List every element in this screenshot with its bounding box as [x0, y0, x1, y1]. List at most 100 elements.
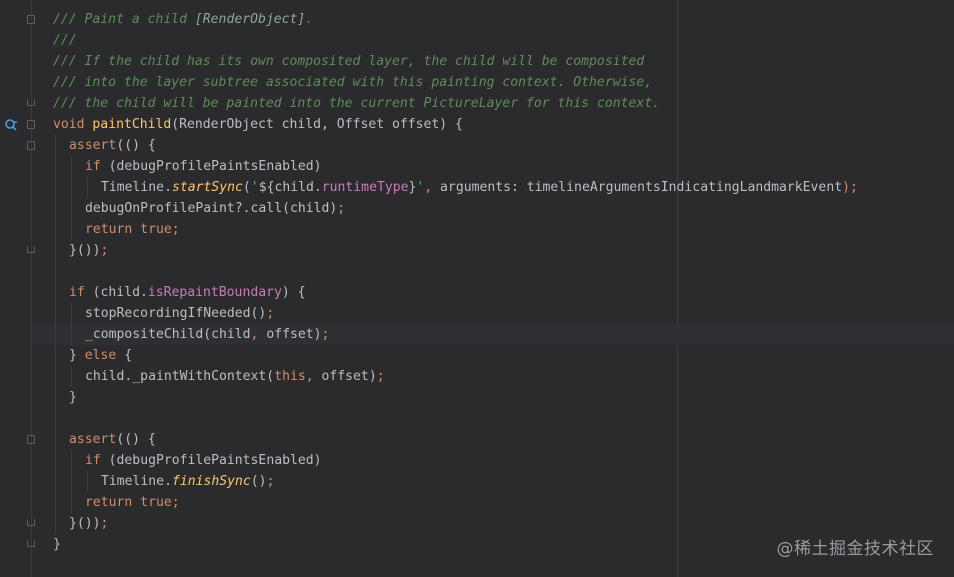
code-line[interactable]: }());: [32, 240, 954, 261]
code-line-text: stopRecordingIfNeeded();: [85, 303, 274, 324]
code-editor[interactable]: /// Paint a child [RenderObject]. /// /// …: [0, 0, 954, 577]
code-token: return true;: [85, 495, 180, 510]
code-line[interactable]: if (debugProfilePaintsEnabled): [32, 156, 954, 177]
code-token: ': [250, 180, 259, 195]
code-token: (child.: [92, 285, 148, 300]
code-line-text: if (debugProfilePaintsEnabled): [85, 450, 322, 471]
code-token: return true;: [85, 222, 180, 237]
code-line-text: /// the child will be painted into the c…: [53, 93, 660, 114]
code-line-text: Timeline.finishSync();: [101, 471, 274, 492]
code-token: stopRecordingIfNeeded(): [85, 306, 267, 321]
code-line[interactable]: /// into the layer subtree associated wi…: [32, 72, 954, 93]
fold-end-marker-icon[interactable]: [27, 246, 35, 253]
code-line-text: }: [53, 534, 61, 555]
code-line[interactable]: return true;: [32, 492, 954, 513]
code-line-text: void paintChild(RenderObject child, Offs…: [53, 114, 463, 135]
code-line[interactable]: /// the child will be painted into the c…: [32, 93, 954, 114]
code-line[interactable]: Timeline.startSync('${child.runtimeType}…: [32, 177, 954, 198]
fold-start-marker-icon[interactable]: [27, 435, 35, 444]
code-token: (debugProfilePaintsEnabled): [108, 453, 322, 468]
code-line[interactable]: _compositeChild(child, offset);: [32, 324, 954, 345]
code-token: ;: [100, 243, 109, 258]
code-line-text: /// If the child has its own composited …: [53, 51, 644, 72]
code-token: }: [53, 537, 61, 552]
code-line-text: ///: [53, 30, 77, 51]
code-token: paintChild: [92, 117, 172, 132]
indent-guide: [87, 177, 88, 198]
indent-guide: [87, 471, 88, 492]
code-token: (() {: [116, 432, 156, 447]
code-token: debugOnProfilePaint?.call(child): [85, 201, 338, 216]
code-line[interactable]: /// If the child has its own composited …: [32, 51, 954, 72]
code-token: if: [85, 159, 109, 174]
code-token: (debugProfilePaintsEnabled): [108, 159, 322, 174]
code-line[interactable]: Timeline.finishSync();: [32, 471, 954, 492]
code-line[interactable]: assert(() {: [32, 135, 954, 156]
code-token: assert: [69, 138, 117, 153]
code-token: offset): [266, 327, 322, 342]
code-line[interactable]: }: [32, 387, 954, 408]
code-line[interactable]: if (debugProfilePaintsEnabled): [32, 450, 954, 471]
code-token: .: [305, 12, 314, 27]
code-token: startSync: [171, 180, 243, 195]
code-line-text: if (child.isRepaintBoundary) {: [69, 282, 306, 303]
fold-end-marker-icon[interactable]: [27, 99, 35, 106]
code-token: /// the child will be painted into the c…: [53, 96, 660, 111]
code-token: ;: [376, 369, 385, 384]
code-token: this,: [274, 369, 322, 384]
code-line-text: debugOnProfilePaint?.call(child);: [85, 198, 345, 219]
code-token: (() {: [116, 138, 156, 153]
code-line[interactable]: if (child.isRepaintBoundary) {: [32, 282, 954, 303]
code-token: ,: [250, 327, 267, 342]
code-line[interactable]: [32, 261, 954, 282]
code-line-text: } else {: [69, 345, 132, 366]
watermark-text: @稀土掘金技术社区: [776, 539, 934, 559]
editor-gutter[interactable]: [0, 0, 31, 577]
code-token: ;: [266, 474, 275, 489]
code-line-text: return true;: [85, 492, 180, 513]
code-line[interactable]: void paintChild(RenderObject child, Offs…: [32, 114, 954, 135]
code-line-text: assert(() {: [69, 429, 156, 450]
code-token: );: [842, 180, 858, 195]
code-token: [RenderObject]: [194, 12, 306, 27]
code-token: /// into the layer subtree associated wi…: [53, 75, 653, 90]
code-token: ${child.: [258, 180, 322, 195]
implements-override-icon[interactable]: [4, 118, 18, 132]
code-token: ,: [424, 180, 441, 195]
code-line-text: }());: [69, 240, 108, 261]
code-line[interactable]: } else {: [32, 345, 954, 366]
fold-start-marker-icon[interactable]: [27, 15, 35, 24]
code-line-text: if (debugProfilePaintsEnabled): [85, 156, 322, 177]
code-token: isRepaintBoundary: [147, 285, 282, 300]
code-line-text: return true;: [85, 219, 180, 240]
code-line-text: }());: [69, 513, 108, 534]
code-token: void: [53, 117, 93, 132]
code-line-text: _compositeChild(child, offset);: [85, 324, 329, 345]
code-token: ;: [266, 306, 275, 321]
code-line[interactable]: ///: [32, 30, 954, 51]
code-token: ;: [321, 327, 330, 342]
indent-guide: [71, 366, 72, 387]
code-token: finishSync: [171, 474, 251, 489]
code-line[interactable]: [32, 408, 954, 429]
code-token: Timeline.: [101, 474, 172, 489]
code-token: if: [85, 453, 109, 468]
fold-end-marker-icon[interactable]: [27, 540, 35, 547]
code-token: {: [124, 348, 133, 363]
indent-guide: [71, 303, 72, 345]
code-line[interactable]: debugOnProfilePaint?.call(child);: [32, 198, 954, 219]
code-token: /// Paint a child: [53, 12, 195, 27]
indent-guide: [71, 156, 72, 240]
fold-end-marker-icon[interactable]: [27, 519, 35, 526]
indent-guide: [55, 135, 56, 534]
code-line[interactable]: /// Paint a child [RenderObject].: [32, 9, 954, 30]
code-line[interactable]: return true;: [32, 219, 954, 240]
code-line[interactable]: stopRecordingIfNeeded();: [32, 303, 954, 324]
code-line[interactable]: }());: [32, 513, 954, 534]
fold-start-marker-icon[interactable]: [27, 120, 35, 129]
code-line-text: child._paintWithContext(this, offset);: [85, 366, 385, 387]
code-token: (RenderObject child, Offset offset) {: [171, 117, 463, 132]
code-line[interactable]: child._paintWithContext(this, offset);: [32, 366, 954, 387]
fold-start-marker-icon[interactable]: [27, 141, 35, 150]
code-line[interactable]: assert(() {: [32, 429, 954, 450]
